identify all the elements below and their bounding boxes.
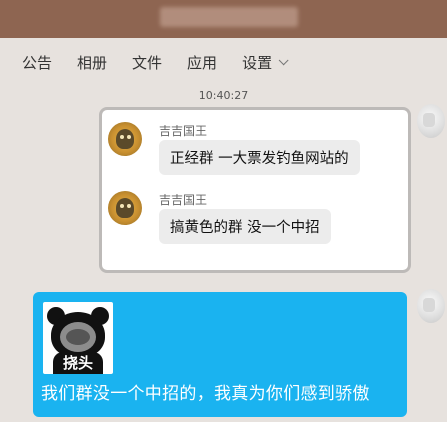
avatar[interactable] bbox=[417, 289, 445, 323]
reply-message-text: 我们群没一个中招的，我真为你们感到骄傲 bbox=[41, 384, 370, 404]
reply-message-bubble[interactable]: 挠头 我们群没一个中招的，我真为你们感到骄傲 bbox=[33, 292, 407, 417]
sender-name: 吉吉国王 bbox=[159, 193, 208, 207]
avatar bbox=[108, 191, 142, 225]
avatar bbox=[108, 122, 142, 156]
group-tab-bar: 公告 相册 文件 应用 设置 bbox=[0, 38, 447, 86]
title-bar bbox=[0, 0, 447, 38]
blurred-group-title bbox=[160, 7, 298, 27]
tab-announcements[interactable]: 公告 bbox=[22, 52, 52, 73]
forwarded-message-card[interactable]: 吉吉国王 正经群 一大票发钓鱼网站的 吉吉国王 搞黄色的群 没一个中招 bbox=[99, 107, 411, 273]
tab-album[interactable]: 相册 bbox=[77, 52, 107, 73]
tab-apps[interactable]: 应用 bbox=[187, 52, 217, 73]
message-timestamp: 10:40:27 bbox=[198, 89, 249, 102]
sticker-caption: 挠头 bbox=[62, 354, 93, 372]
message-bubble: 搞黄色的群 没一个中招 bbox=[159, 209, 331, 244]
sender-name: 吉吉国王 bbox=[159, 124, 208, 138]
tab-files[interactable]: 文件 bbox=[132, 52, 162, 73]
bear-sticker-image[interactable]: 挠头 bbox=[43, 302, 113, 374]
avatar[interactable] bbox=[417, 104, 445, 138]
tab-settings[interactable]: 设置 bbox=[242, 52, 289, 73]
chevron-down-icon bbox=[278, 54, 289, 65]
message-bubble: 正经群 一大票发钓鱼网站的 bbox=[159, 140, 360, 175]
